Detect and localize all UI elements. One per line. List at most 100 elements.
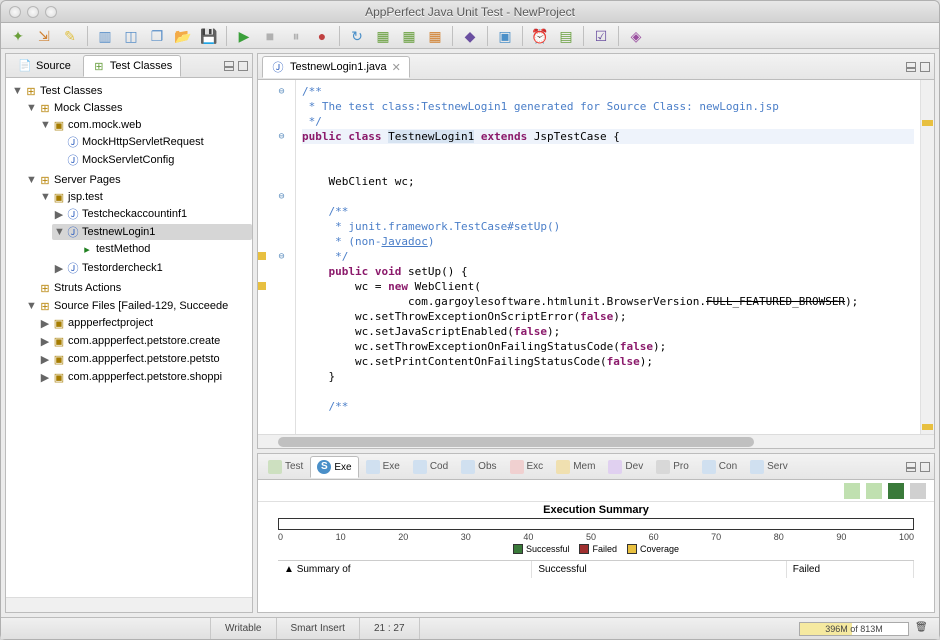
bottom-tab-label: Mem <box>573 461 595 472</box>
col-header: ▲ Summary of <box>278 561 532 578</box>
overview-ruler[interactable] <box>920 80 934 434</box>
bottom-tab-mem[interactable]: Mem <box>550 457 601 477</box>
tree-item[interactable]: ⒿMockServletConfig <box>52 151 252 169</box>
tree-item[interactable]: ▶▣com.appperfect.petstore.petsto <box>38 350 252 368</box>
status-cursor-pos: 21 : 27 <box>360 618 420 639</box>
report2-icon[interactable]: ▦ <box>398 25 420 47</box>
tree-hscroll[interactable] <box>6 597 252 612</box>
editor-tabbar: Ⓙ TestnewLogin1.java ✕ <box>258 54 934 80</box>
folder-icon: ⊞ <box>24 84 38 98</box>
import2-icon[interactable] <box>866 483 882 499</box>
box-icon[interactable]: ◆ <box>459 25 481 47</box>
send-icon[interactable] <box>910 483 926 499</box>
bottom-tab-label: Pro <box>673 461 689 472</box>
report3-icon[interactable]: ▦ <box>424 25 446 47</box>
warning-marker-icon <box>258 252 266 260</box>
bottom-tab-exe2[interactable]: Exe <box>360 457 406 477</box>
tree-item[interactable]: ▶▣com.appperfect.petstore.create <box>38 332 252 350</box>
import-icon[interactable]: ⇲ <box>33 25 55 47</box>
minimize-editor-icon[interactable] <box>906 62 916 72</box>
method-icon: ▸ <box>80 242 94 256</box>
package-icon: ▣ <box>52 118 66 132</box>
edit-icon[interactable]: ✎ <box>59 25 81 47</box>
tick-label: 90 <box>836 532 846 542</box>
test-classes-tab[interactable]: ⊞ Test Classes <box>83 55 181 77</box>
marker-column <box>258 80 268 434</box>
bottom-tab-label: Test <box>285 461 303 472</box>
tree-method[interactable]: ▸testMethod <box>66 240 252 258</box>
folder-icon: ⊞ <box>38 101 52 115</box>
window-close-button[interactable] <box>9 6 21 18</box>
window-minimize-button[interactable] <box>27 6 39 18</box>
window-zoom-button[interactable] <box>45 6 57 18</box>
tree-item[interactable]: ▶ⒿTestcheckaccountinf1 <box>52 205 252 223</box>
fold-ruler[interactable]: ⊖ ⊖ ⊖ ⊖ <box>268 80 296 434</box>
close-tab-icon[interactable]: ✕ <box>392 61 401 74</box>
bottom-tab-test[interactable]: Test <box>262 457 309 477</box>
summary-legend: Successful Failed Coverage <box>513 544 679 554</box>
terminal-icon[interactable]: ▥ <box>94 25 116 47</box>
note-icon[interactable]: ▣ <box>494 25 516 47</box>
run-icon[interactable]: ▶ <box>233 25 255 47</box>
left-tabbar: 📄 Source ⊞ Test Classes <box>6 54 252 78</box>
source-tab[interactable]: 📄 Source <box>10 56 79 76</box>
tree-item[interactable]: ⒿMockHttpServletRequest <box>52 133 252 151</box>
source-tab-label: Source <box>36 60 71 72</box>
test-classes-tree[interactable]: ▼⊞Test Classes ▼⊞Mock Classes ▼▣com.mock… <box>6 78 252 597</box>
tree-item[interactable]: ▶ⒿTestordercheck1 <box>52 259 252 277</box>
tree-src-label: Source Files [Failed-129, Succeede <box>54 300 228 312</box>
editor-hscroll[interactable] <box>258 434 934 448</box>
bottom-tab-pro[interactable]: Pro <box>650 457 695 477</box>
serv-icon <box>750 460 764 474</box>
con-icon <box>702 460 716 474</box>
stop-icon[interactable]: ■ <box>259 25 281 47</box>
editor-tab[interactable]: Ⓙ TestnewLogin1.java ✕ <box>262 56 410 78</box>
refresh-icon[interactable]: ↻ <box>346 25 368 47</box>
help-icon[interactable]: ◈ <box>625 25 647 47</box>
bottom-tab-obs[interactable]: Obs <box>455 457 502 477</box>
copy-icon[interactable]: ❐ <box>146 25 168 47</box>
class-icon: Ⓙ <box>66 225 80 239</box>
class-icon[interactable]: ◫ <box>120 25 142 47</box>
export-icon[interactable] <box>844 483 860 499</box>
legend-label: Failed <box>592 544 617 554</box>
save-icon[interactable]: 💾 <box>198 25 220 47</box>
pause-icon[interactable]: ⏸ <box>285 25 307 47</box>
bottom-tab-cod[interactable]: Cod <box>407 457 454 477</box>
pro-icon <box>656 460 670 474</box>
folder-icon: ⊞ <box>38 281 52 295</box>
col-header: Successful <box>532 561 786 578</box>
excel-icon[interactable] <box>888 483 904 499</box>
bottom-tab-exc[interactable]: Exc <box>504 457 550 477</box>
tick-label: 30 <box>461 532 471 542</box>
tree-item-label: MockHttpServletRequest <box>82 136 204 148</box>
tree-item[interactable]: ▶▣com.appperfect.petstore.shoppi <box>38 368 252 386</box>
record-icon[interactable]: ● <box>311 25 333 47</box>
new-project-icon[interactable]: ✦ <box>7 25 29 47</box>
check-icon[interactable]: ☑ <box>590 25 612 47</box>
bottom-tab-con[interactable]: Con <box>696 457 743 477</box>
execution-summary: Execution Summary 0 10 20 30 40 50 60 70… <box>258 502 934 612</box>
bottom-tab-dev[interactable]: Dev <box>602 457 649 477</box>
gc-trash-icon[interactable]: 🗑 <box>915 622 929 636</box>
maximize-view-icon[interactable] <box>238 61 248 71</box>
java-file-icon: Ⓙ <box>271 60 285 74</box>
folder-icon: ⊞ <box>38 299 52 313</box>
open-icon[interactable]: 📂 <box>172 25 194 47</box>
tree-item-selected[interactable]: ▼ⒿTestnewLogin1 ▸testMethod <box>52 223 252 259</box>
bottom-tab-serv[interactable]: Serv <box>744 457 794 477</box>
minimize-bottom-icon[interactable] <box>906 462 916 472</box>
clock-icon[interactable]: ⏰ <box>529 25 551 47</box>
bottom-tab-label: Exe <box>334 462 351 473</box>
memory-bar[interactable]: 396M of 813M <box>799 622 909 636</box>
code-editor[interactable]: /** * The test class:TestnewLogin1 gener… <box>296 80 920 434</box>
form-icon[interactable]: ▤ <box>555 25 577 47</box>
tree-item[interactable]: ⊞Struts Actions <box>24 279 252 297</box>
minimize-view-icon[interactable] <box>224 61 234 71</box>
tree-item[interactable]: ▶▣appperfectproject <box>38 314 252 332</box>
bottom-tab-exe-active[interactable]: SExe <box>310 456 358 478</box>
report1-icon[interactable]: ▦ <box>372 25 394 47</box>
maximize-editor-icon[interactable] <box>920 62 930 72</box>
bottom-tabbar: Test SExe Exe Cod Obs Exc Mem Dev Pro Co… <box>258 454 934 480</box>
maximize-bottom-icon[interactable] <box>920 462 930 472</box>
